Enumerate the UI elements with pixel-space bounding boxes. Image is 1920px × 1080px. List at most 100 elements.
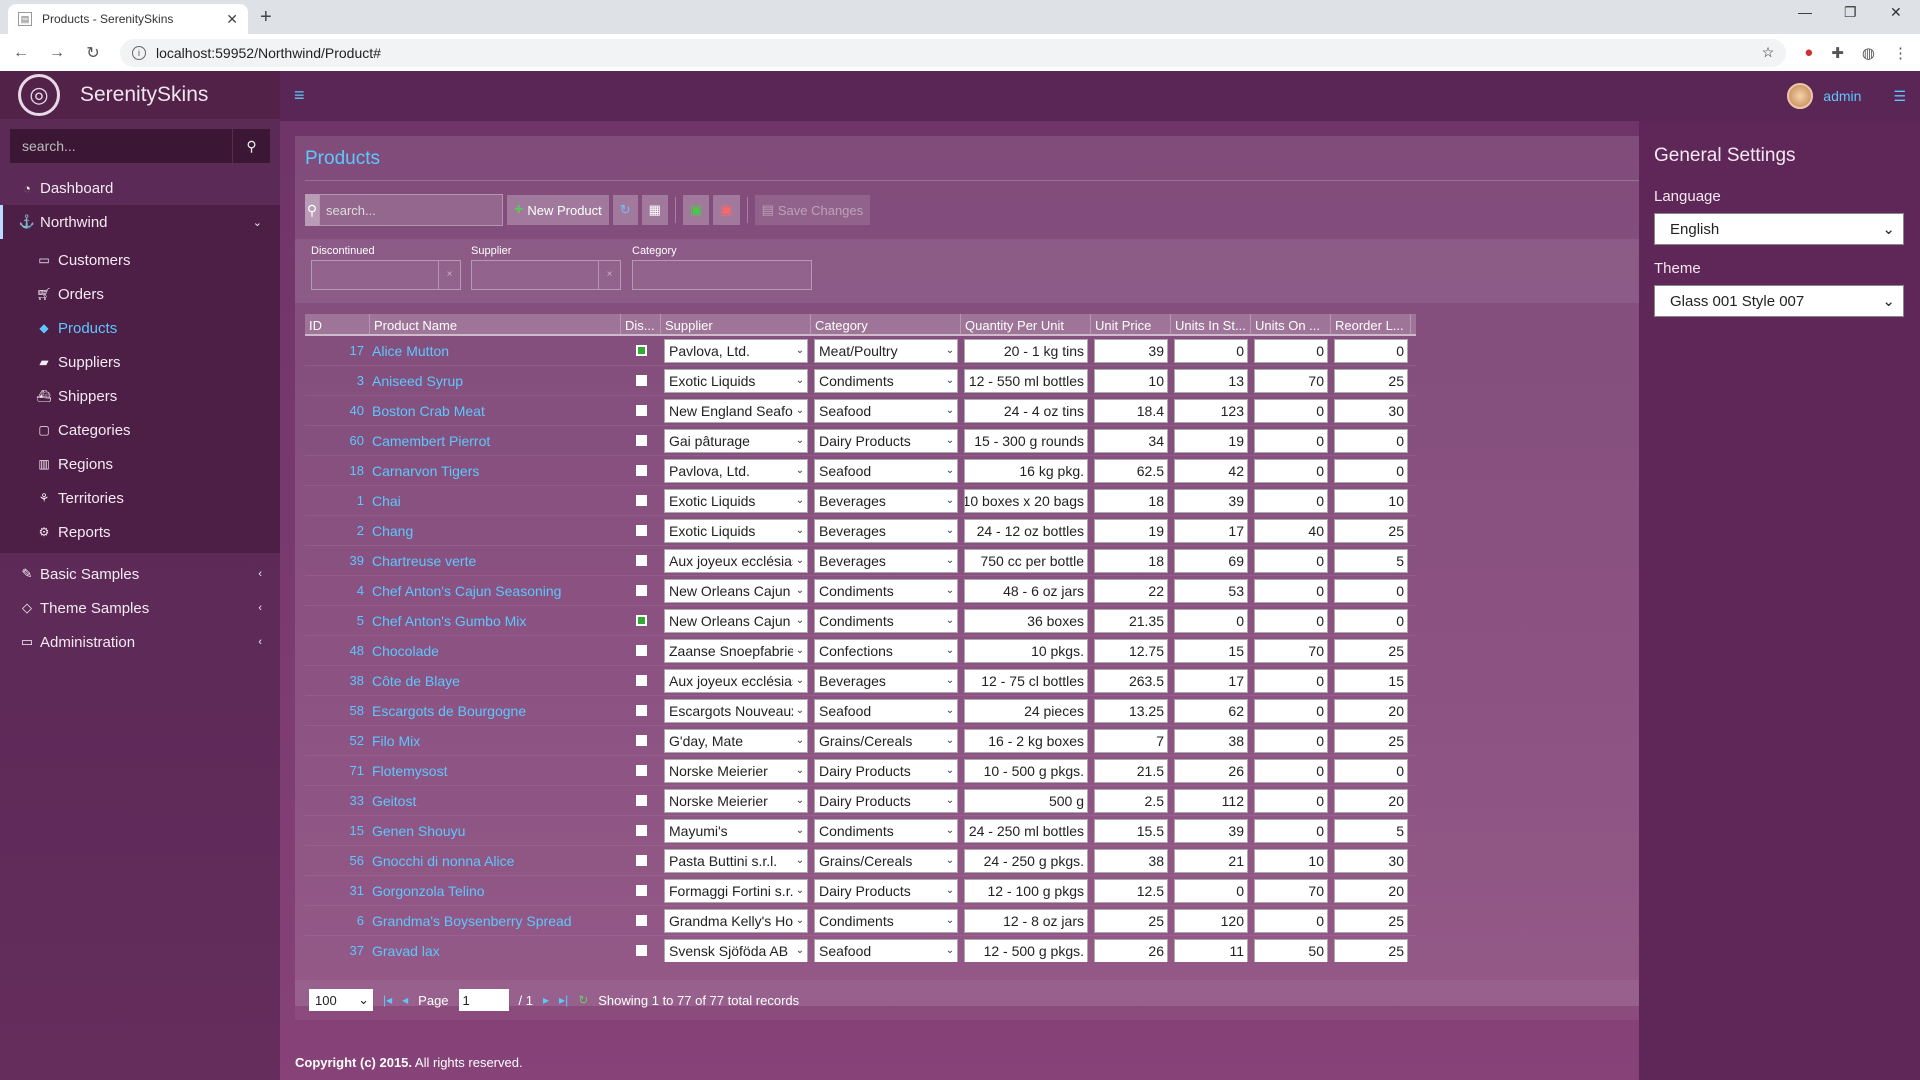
supplier-dropdown[interactable]: Exotic Liquids ⌄: [664, 518, 808, 543]
category-dropdown[interactable]: Dairy Products ⌄: [814, 788, 958, 813]
stock-input[interactable]: 42: [1174, 458, 1248, 483]
on-order-input[interactable]: 0: [1254, 818, 1328, 843]
quantity-input[interactable]: 10 - 500 g pkgs.: [964, 758, 1088, 783]
product-name-link[interactable]: Grandma's Boysenberry Spread: [370, 906, 621, 936]
category-dropdown[interactable]: Condiments ⌄: [814, 908, 958, 933]
discontinued-checkbox[interactable]: [635, 645, 647, 656]
column-header-price[interactable]: Unit Price: [1091, 314, 1171, 334]
on-order-input[interactable]: 70: [1254, 368, 1328, 393]
info-icon[interactable]: i: [132, 45, 146, 60]
column-header-quantity[interactable]: Quantity Per Unit: [961, 314, 1091, 334]
column-header-supplier[interactable]: Supplier: [661, 314, 811, 334]
discontinued-checkbox[interactable]: [635, 885, 647, 896]
reorder-input[interactable]: 5: [1334, 818, 1408, 843]
close-window-icon[interactable]: ✕: [1890, 4, 1902, 21]
supplier-dropdown[interactable]: Norske Meierier ⌄: [664, 788, 808, 813]
category-dropdown[interactable]: Confections ⌄: [814, 638, 958, 663]
sidebar-item-administration[interactable]: ▭ Administration ‹: [0, 625, 280, 659]
reorder-input[interactable]: 15: [1334, 668, 1408, 693]
reorder-input[interactable]: 30: [1334, 398, 1408, 423]
quantity-input[interactable]: 12 - 8 oz jars: [964, 908, 1088, 933]
save-changes-button[interactable]: ▤ Save Changes: [754, 195, 871, 225]
refresh-button[interactable]: ↻: [612, 195, 638, 225]
on-order-input[interactable]: 0: [1254, 608, 1328, 633]
back-icon[interactable]: ←: [12, 44, 30, 62]
discontinued-checkbox[interactable]: [635, 705, 647, 716]
stock-input[interactable]: 26: [1174, 758, 1248, 783]
price-input[interactable]: 34: [1094, 428, 1168, 453]
sidebar-item-categories[interactable]: ▢ Categories: [0, 413, 280, 447]
stock-input[interactable]: 19: [1174, 428, 1248, 453]
discontinued-checkbox[interactable]: [635, 525, 647, 536]
quantity-input[interactable]: 48 - 6 oz jars: [964, 578, 1088, 603]
price-input[interactable]: 38: [1094, 848, 1168, 873]
quantity-input[interactable]: 24 - 250 g pkgs.: [964, 848, 1088, 873]
clear-icon[interactable]: ×: [598, 261, 620, 289]
search-icon[interactable]: ⚲: [305, 194, 319, 226]
sidebar-item-basic-samples[interactable]: ✎ Basic Samples ‹: [0, 557, 280, 591]
on-order-input[interactable]: 10: [1254, 848, 1328, 873]
reload-icon[interactable]: ↻: [84, 43, 102, 63]
product-name-link[interactable]: Alice Mutton: [370, 336, 621, 366]
column-header-name[interactable]: Product Name: [370, 314, 621, 334]
reorder-input[interactable]: 0: [1334, 608, 1408, 633]
quantity-input[interactable]: 12 - 100 g pkgs: [964, 878, 1088, 903]
category-dropdown[interactable]: Condiments ⌄: [814, 818, 958, 843]
price-input[interactable]: 263.5: [1094, 668, 1168, 693]
price-input[interactable]: 10: [1094, 368, 1168, 393]
category-dropdown[interactable]: Grains/Cereals ⌄: [814, 848, 958, 873]
category-dropdown[interactable]: Seafood ⌄: [814, 458, 958, 483]
next-page-icon[interactable]: ▸: [543, 993, 549, 1007]
product-name-link[interactable]: Chang: [370, 516, 621, 546]
quantity-input[interactable]: 24 - 4 oz tins: [964, 398, 1088, 423]
sidebar-item-theme-samples[interactable]: ◇ Theme Samples ‹: [0, 591, 280, 625]
category-dropdown[interactable]: Grains/Cereals ⌄: [814, 728, 958, 753]
excel-export-button[interactable]: ▣: [682, 195, 710, 225]
price-input[interactable]: 15.5: [1094, 818, 1168, 843]
sidebar-item-northwind[interactable]: ⚓ Northwind ⌄: [0, 205, 280, 239]
on-order-input[interactable]: 0: [1254, 668, 1328, 693]
reload-icon[interactable]: ↻: [578, 993, 588, 1007]
discontinued-checkbox[interactable]: [635, 345, 647, 356]
prev-page-icon[interactable]: ◂: [402, 993, 408, 1007]
price-input[interactable]: 7: [1094, 728, 1168, 753]
reorder-input[interactable]: 25: [1334, 368, 1408, 393]
discontinued-checkbox[interactable]: [635, 945, 647, 956]
sidebar-item-suppliers[interactable]: ▰ Suppliers: [0, 345, 280, 379]
product-name-link[interactable]: Gnocchi di nonna Alice: [370, 846, 621, 876]
stock-input[interactable]: 15: [1174, 638, 1248, 663]
clear-icon[interactable]: ×: [438, 261, 460, 289]
quantity-input[interactable]: 20 - 1 kg tins: [964, 338, 1088, 363]
on-order-input[interactable]: 0: [1254, 788, 1328, 813]
quantity-input[interactable]: 15 - 300 g rounds: [964, 428, 1088, 453]
supplier-dropdown[interactable]: Formaggi Fortini s.r.l. ⌄: [664, 878, 808, 903]
on-order-input[interactable]: 40: [1254, 518, 1328, 543]
quantity-input[interactable]: 12 - 75 cl bottles: [964, 668, 1088, 693]
on-order-input[interactable]: 0: [1254, 488, 1328, 513]
category-dropdown[interactable]: Beverages ⌄: [814, 668, 958, 693]
supplier-dropdown[interactable]: New England Seafood⌄: [664, 398, 808, 423]
on-order-input[interactable]: 0: [1254, 908, 1328, 933]
username-link[interactable]: admin: [1823, 88, 1861, 104]
category-dropdown[interactable]: Dairy Products ⌄: [814, 428, 958, 453]
sidebar-item-products[interactable]: ◆ Products: [0, 311, 280, 345]
category-dropdown[interactable]: Condiments ⌄: [814, 578, 958, 603]
sidebar-item-customers[interactable]: ▭ Customers: [0, 243, 280, 277]
reorder-input[interactable]: 25: [1334, 938, 1408, 962]
discontinued-checkbox[interactable]: [635, 585, 647, 596]
stock-input[interactable]: 0: [1174, 338, 1248, 363]
restore-icon[interactable]: ❐: [1844, 4, 1857, 21]
supplier-dropdown[interactable]: Pasta Buttini s.r.l. ⌄: [664, 848, 808, 873]
kebab-menu-icon[interactable]: ⋮: [1893, 44, 1908, 62]
reorder-input[interactable]: 25: [1334, 638, 1408, 663]
hamburger-icon[interactable]: ≡: [294, 85, 305, 106]
quantity-input[interactable]: 10 pkgs.: [964, 638, 1088, 663]
product-name-link[interactable]: Gorgonzola Telino: [370, 876, 621, 906]
extension-icon[interactable]: ●: [1804, 44, 1813, 61]
on-order-input[interactable]: 0: [1254, 428, 1328, 453]
reorder-input[interactable]: 25: [1334, 728, 1408, 753]
price-input[interactable]: 2.5: [1094, 788, 1168, 813]
category-select[interactable]: [632, 260, 812, 290]
price-input[interactable]: 25: [1094, 908, 1168, 933]
reorder-input[interactable]: 10: [1334, 488, 1408, 513]
